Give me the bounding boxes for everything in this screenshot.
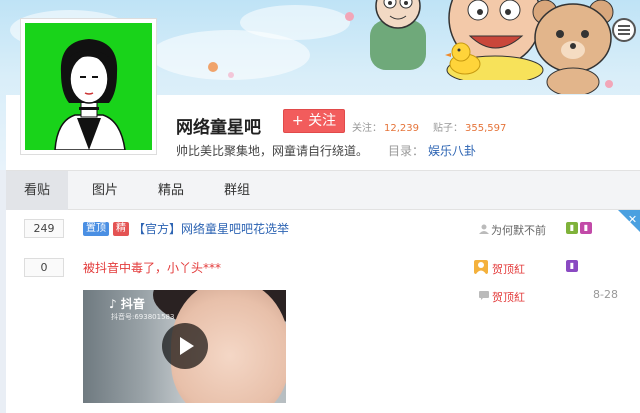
- user-avatar-icon: [474, 260, 488, 274]
- forum-stats: 关注： 12,239 贴子： 355,597: [352, 119, 520, 134]
- page-title: 网络童星吧: [176, 118, 261, 138]
- play-icon[interactable]: [162, 323, 208, 369]
- forum-slogan: 帅比美比聚集地，网童请自行绕道。: [176, 144, 369, 158]
- forum-avatar[interactable]: [20, 18, 157, 155]
- last-reply-date: 8-28: [593, 288, 618, 301]
- member-icon: ▮: [566, 260, 578, 272]
- thread-title-link[interactable]: 【官方】网络童星吧吧花选举: [133, 220, 289, 237]
- post-count-label: 贴子：: [433, 123, 463, 134]
- featured-badge: 精: [113, 222, 129, 236]
- duck-icon: [445, 42, 481, 75]
- user-icon: [479, 224, 489, 234]
- reply-count: 0: [24, 258, 64, 277]
- forum-category: 目录： 娱乐八卦: [388, 142, 476, 159]
- douyin-id: 抖音号:693801583: [111, 313, 175, 321]
- reply-icon: [479, 291, 489, 300]
- menu-icon[interactable]: [612, 18, 636, 42]
- avatar-illustration-icon: [25, 23, 152, 150]
- douyin-watermark: ♪ 抖音: [109, 297, 145, 311]
- tab-groups[interactable]: 群组: [206, 171, 268, 210]
- follow-count: 12,239: [384, 123, 419, 134]
- follow-button[interactable]: + 关注: [283, 109, 345, 133]
- member-icon: ▮: [580, 222, 592, 234]
- thread-author-link[interactable]: 贺顶紅: [492, 261, 525, 277]
- level-icon: ▮: [566, 222, 578, 234]
- tab-featured[interactable]: 精品: [140, 171, 202, 210]
- bear-icon: [532, 0, 614, 94]
- last-reply-author-link[interactable]: 贺顶紅: [492, 289, 525, 305]
- confetti-dot: [208, 62, 218, 72]
- thread-title-link[interactable]: 被抖音中毒了，小丫头***: [83, 259, 221, 276]
- thread-author-link[interactable]: 为何默不前: [491, 222, 546, 238]
- confetti-dot: [345, 12, 354, 21]
- confetti-dot: [228, 72, 234, 78]
- tab-posts[interactable]: 看贴: [6, 171, 68, 210]
- cloud-decoration: [240, 5, 350, 40]
- follow-count-label: 关注：: [352, 123, 382, 134]
- pinned-badge: 置顶: [83, 222, 109, 236]
- thread-list: ✕ 249 置顶 精 【官方】网络童星吧吧花选举 为何默不前 ▮ ▮ 0 被抖音…: [6, 210, 640, 413]
- avatar: [25, 23, 152, 150]
- post-count: 355,597: [465, 123, 507, 134]
- category-label: 目录：: [388, 144, 425, 158]
- category-link[interactable]: 娱乐八卦: [428, 144, 476, 158]
- cartoon-character-icon: [370, 0, 426, 70]
- video-thumbnail[interactable]: ♪ 抖音 抖音号:693801583: [83, 290, 286, 403]
- video-brand: 抖音: [120, 297, 145, 311]
- close-icon[interactable]: ✕: [618, 210, 640, 232]
- tab-bar: 看贴 图片 精品 群组: [6, 170, 640, 210]
- tab-images[interactable]: 图片: [74, 171, 136, 210]
- reply-count: 249: [24, 219, 64, 238]
